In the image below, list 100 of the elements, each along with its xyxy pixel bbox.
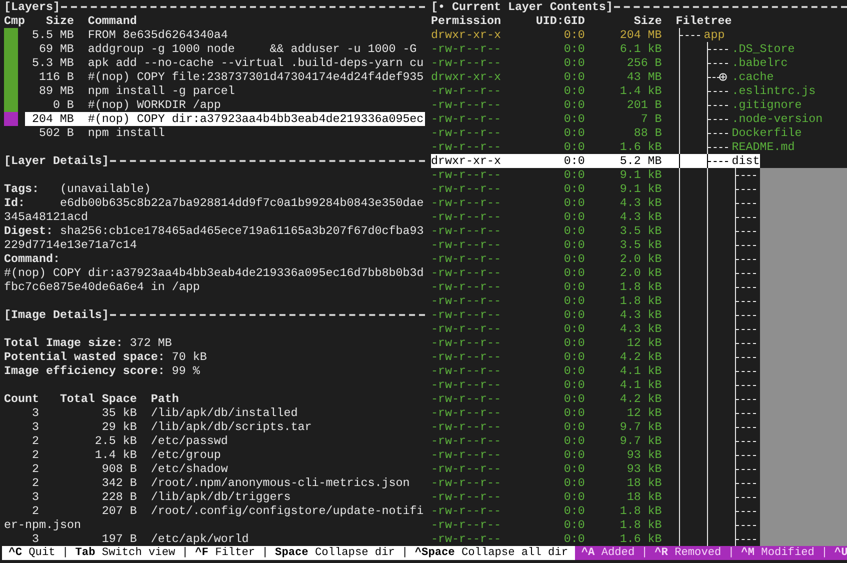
file-row[interactable]: -rw-r--r-- 0:0 256 B .babelrc [431, 56, 788, 70]
shortcut-hint: Space Collapse dir [275, 546, 395, 560]
file-row[interactable]: -rw-r--r-- 0:0 9.1 kB [431, 182, 760, 196]
file-name: .gitignore [732, 98, 802, 112]
table-cell-text: 3 [30, 406, 39, 420]
pane-title: [Image Details] [4, 308, 109, 322]
pane-title: [Layers] [4, 0, 60, 14]
layer-size: 5.3 MB [30, 56, 74, 70]
permission-text: -rw-r--r-- [431, 252, 501, 266]
file-row[interactable]: -rw-r--r-- 0:0 4.3 kB [431, 210, 760, 224]
file-row[interactable]: -rw-r--r-- 0:0 9.7 kB [431, 420, 760, 434]
table-cell-text: 2 [30, 434, 39, 448]
table-cell-text: 2 [30, 504, 39, 518]
permission-text: -rw-r--r-- [431, 364, 501, 378]
file-row[interactable]: drwxr-xr-x 0:0 43 MB .cache [431, 70, 774, 84]
file-row[interactable]: -rw-r--r-- 0:0 201 B .gitignore [431, 98, 802, 112]
layer-size: 502 B [38, 126, 74, 140]
permission-text: -rw-r--r-- [431, 196, 501, 210]
layer-row[interactable]: 204 MB #(nop) COPY dir:a37923aa4b4bb3eab4de219336a095ec [24, 112, 425, 126]
field-value: fbc7c6e875e40de6a6e4 in /app [4, 280, 200, 294]
layer-row[interactable]: 5.3 MB apk add --no-cache --virtual .build-deps-yarn cu [24, 56, 425, 70]
size-text: 4.2 kB [618, 350, 662, 364]
uid-gid-text: 0:0 [562, 154, 585, 168]
file-row[interactable]: -rw-r--r-- 0:0 3.5 kB [431, 224, 760, 238]
size-text: 1.8 kB [618, 504, 662, 518]
layer-row[interactable]: 89 MB npm install -g parcel [24, 84, 425, 98]
file-row[interactable]: -rw-r--r-- 0:0 4.1 kB [431, 364, 760, 378]
uid-gid-text: 0:0 [562, 420, 585, 434]
field-label: Id: [4, 196, 26, 210]
circled-plus-icon[interactable] [718, 73, 727, 81]
uid-gid-text: 0:0 [562, 28, 585, 42]
permission-text: drwxr-xr-x [431, 28, 501, 42]
file-row[interactable]: -rw-r--r-- 0:0 12 kB [431, 336, 760, 350]
size-text: 4.1 kB [618, 378, 662, 392]
file-row[interactable]: -rw-r--r-- 0:0 7 B .node-version [431, 112, 823, 126]
file-row[interactable]: drwxr-xr-x 0:0 204 MB app [431, 28, 725, 42]
permission-text: -rw-r--r-- [431, 126, 501, 140]
permission-text: -rw-r--r-- [431, 42, 501, 56]
file-row[interactable]: -rw-r--r-- 0:0 1.4 kB .eslintrc.js [431, 84, 816, 98]
file-row[interactable]: -rw-r--r-- 0:0 1.8 kB [431, 504, 760, 518]
uid-gid-text: 0:0 [562, 490, 585, 504]
permission-text: -rw-r--r-- [431, 518, 501, 532]
size-text: 4.3 kB [618, 210, 662, 224]
file-row[interactable]: -rw-r--r-- 0:0 88 B Dockerfile [431, 126, 802, 140]
table-cell-text: 2.5 kB [94, 434, 137, 448]
file-row[interactable]: -rw-r--r-- 0:0 4.3 kB [431, 308, 760, 322]
uid-gid-text: 0:0 [562, 476, 585, 490]
file-row[interactable]: -rw-r--r-- 0:0 1.8 kB [431, 280, 760, 294]
permission-text: -rw-r--r-- [431, 56, 501, 70]
file-row[interactable]: -rw-r--r-- 0:0 2.0 kB [431, 252, 760, 266]
file-row[interactable]: -rw-r--r-- 0:0 1.8 kB [431, 294, 760, 308]
size-text: 12 kB [626, 336, 662, 350]
permission-text: -rw-r--r-- [431, 322, 501, 336]
layer-command: #(nop) COPY file:238737301d47304174e4d24f4def935 [88, 70, 424, 84]
file-row[interactable]: -rw-r--r-- 0:0 18 kB [431, 476, 760, 490]
size-text: 6.1 kB [618, 42, 662, 56]
file-row[interactable]: -rw-r--r-- 0:0 2.0 kB [431, 266, 760, 280]
file-row[interactable]: -rw-r--r-- 0:0 6.1 kB .DS_Store [431, 42, 795, 56]
file-row[interactable]: -rw-r--r-- 0:0 4.3 kB [431, 322, 760, 336]
file-row[interactable]: -rw-r--r-- 0:0 1.8 kB [431, 518, 760, 532]
layer-row[interactable]: 116 B #(nop) COPY file:238737301d47304174e4d24f4def935 [24, 70, 425, 84]
size-text: 9.1 kB [618, 182, 662, 196]
file-row[interactable]: drwxr-xr-x 0:0 5.2 MB dist [431, 154, 760, 168]
file-row[interactable]: -rw-r--r-- 0:0 4.2 kB [431, 392, 760, 406]
file-row[interactable]: -rw-r--r-- 0:0 12 kB [431, 406, 760, 420]
permission-text: -rw-r--r-- [431, 336, 501, 350]
layer-row[interactable]: 0 B #(nop) WORKDIR /app [24, 98, 425, 112]
table-cell: /lib/apk/db/scripts.tar [150, 420, 312, 434]
size-text: 18 kB [626, 490, 662, 504]
permission-text: -rw-r--r-- [431, 378, 501, 392]
file-row[interactable]: -rw-r--r-- 0:0 9.7 kB [431, 434, 760, 448]
size-text: 256 B [626, 56, 662, 70]
file-name: dist [732, 154, 760, 168]
file-row[interactable]: -rw-r--r-- 0:0 18 kB [431, 490, 760, 504]
file-row[interactable]: -rw-r--r-- 0:0 93 kB [431, 448, 760, 462]
layer-row[interactable]: 5.5 MB FROM 8e635d6264340a4 [24, 28, 425, 42]
file-row[interactable]: -rw-r--r-- 0:0 4.3 kB [431, 196, 760, 210]
layer-row[interactable]: 502 B npm install [24, 126, 425, 140]
size-text: 4.3 kB [618, 196, 662, 210]
shortcut-hint: ^Space Collapse all dir [414, 546, 568, 560]
permission-text: -rw-r--r-- [431, 168, 501, 182]
uid-gid-text: 0:0 [562, 434, 585, 448]
file-name: .DS_Store [732, 42, 795, 56]
separator: | [62, 546, 69, 560]
table-cell: /etc/apk/world [150, 532, 249, 546]
uid-gid-text: 0:0 [562, 336, 585, 350]
uid-gid-text: 0:0 [562, 308, 585, 322]
permission-text: -rw-r--r-- [431, 406, 501, 420]
uid-gid-text: 0:0 [562, 392, 585, 406]
shortcut-hint: ^R Removed [654, 546, 722, 560]
pane-title: [Layer Details] [4, 154, 109, 168]
file-row[interactable]: -rw-r--r-- 0:0 9.1 kB [431, 168, 760, 182]
file-row[interactable]: -rw-r--r-- 0:0 4.1 kB [431, 378, 760, 392]
layer-size: 5.5 MB [30, 28, 74, 42]
layer-row[interactable]: 69 MB addgroup -g 1000 node && adduser -u 1000 -G [24, 42, 425, 56]
file-row[interactable]: -rw-r--r-- 0:0 3.5 kB [431, 238, 760, 252]
field-label: Command: [4, 252, 60, 266]
file-row[interactable]: -rw-r--r-- 0:0 4.2 kB [431, 350, 760, 364]
file-row[interactable]: -rw-r--r-- 0:0 93 kB [431, 462, 760, 476]
stat-value: 99 % [172, 364, 200, 378]
